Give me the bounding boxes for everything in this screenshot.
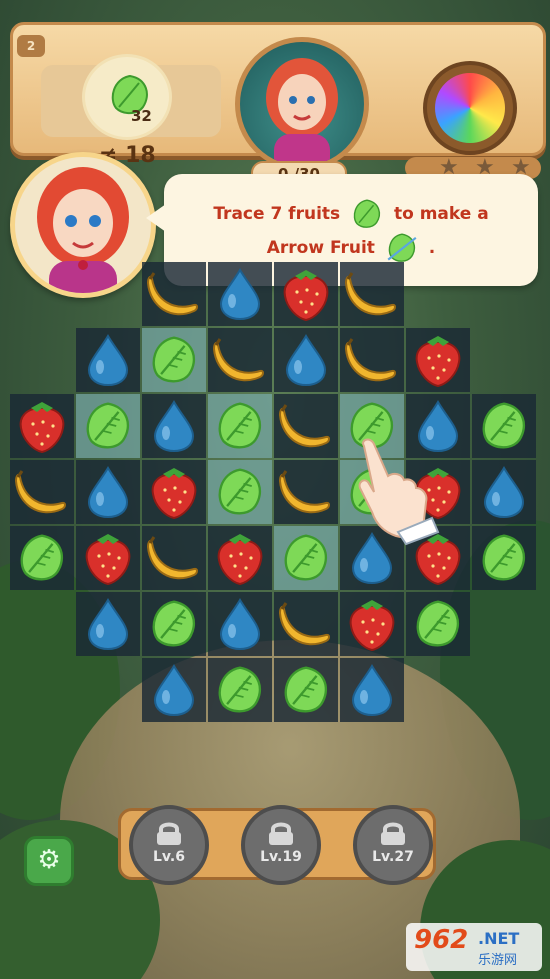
banana-tile[interactable] (142, 262, 206, 326)
rainbow-orb-icon (435, 73, 505, 143)
tutorial-text: Trace 7 fruits (213, 204, 341, 224)
drop-tile[interactable] (76, 460, 140, 524)
tutorial-text: . (428, 238, 436, 258)
level-hud: 2 32 ≠ 18 0 /30 ★ ★ ★ (10, 22, 546, 189)
locked-level-label: Lv.19 (260, 849, 302, 865)
watermark-sub: 乐游网 (478, 953, 518, 968)
leaf-tile[interactable] (208, 394, 272, 458)
strawberry-tile[interactable] (208, 526, 272, 590)
gear-icon: ⚙ (37, 845, 61, 875)
drop-tile[interactable] (142, 658, 206, 722)
strawberry-tile[interactable] (10, 394, 74, 458)
settings-button[interactable]: ⚙ (24, 836, 74, 886)
leaf-tile[interactable] (472, 394, 536, 458)
leaf-tile[interactable] (142, 328, 206, 392)
padlock-icon (381, 822, 405, 845)
drop-tile[interactable] (472, 460, 536, 524)
goal-count: 32 (131, 107, 152, 125)
arrow-leaf-icon (387, 233, 417, 262)
locked-level-button[interactable]: Lv.19 (241, 805, 321, 885)
leaf-tile[interactable] (76, 394, 140, 458)
watermark-number: 962 (414, 925, 469, 955)
locked-level-label: Lv.6 (153, 849, 185, 865)
leaf-tile[interactable] (208, 658, 272, 722)
character-portrait (235, 37, 369, 171)
level-tag: 2 (17, 35, 45, 57)
drop-tile[interactable] (340, 658, 404, 722)
tutorial-text: Arrow Fruit (266, 238, 375, 258)
strawberry-tile[interactable] (406, 328, 470, 392)
leaf-tile[interactable] (208, 460, 272, 524)
strawberry-tile[interactable] (76, 526, 140, 590)
banana-tile[interactable] (274, 394, 338, 458)
drop-tile[interactable] (208, 262, 272, 326)
pointer-hand-icon (358, 438, 440, 546)
drop-tile[interactable] (208, 592, 272, 656)
banana-tile[interactable] (10, 460, 74, 524)
banana-tile[interactable] (274, 592, 338, 656)
locked-level-button[interactable]: Lv.6 (129, 805, 209, 885)
banana-tile[interactable] (340, 328, 404, 392)
watermark: 962 .NET 乐游网 (406, 923, 542, 971)
locked-levels-bar: Lv.6 Lv.19 Lv.27 (118, 805, 436, 885)
strawberry-tile[interactable] (142, 460, 206, 524)
leaf-tile[interactable] (274, 526, 338, 590)
drop-tile[interactable] (274, 328, 338, 392)
locked-level-button[interactable]: Lv.27 (353, 805, 433, 885)
banana-tile[interactable] (274, 460, 338, 524)
guide-avatar (10, 152, 156, 298)
watermark-net: .NET (478, 929, 520, 948)
drop-tile[interactable] (142, 394, 206, 458)
banana-tile[interactable] (208, 328, 272, 392)
leaf-tile[interactable] (472, 526, 536, 590)
leaf-tile[interactable] (406, 592, 470, 656)
leaf-icon (353, 199, 381, 228)
banana-tile[interactable] (340, 262, 404, 326)
drop-tile[interactable] (76, 328, 140, 392)
banana-tile[interactable] (142, 526, 206, 590)
padlock-icon (269, 822, 293, 845)
leaf-tile[interactable] (274, 658, 338, 722)
strawberry-tile[interactable] (274, 262, 338, 326)
rainbow-booster[interactable] (423, 61, 517, 155)
leaf-tile[interactable] (10, 526, 74, 590)
tutorial-line-1: Trace 7 fruits to make a (164, 198, 538, 230)
drop-tile[interactable] (76, 592, 140, 656)
strawberry-tile[interactable] (340, 592, 404, 656)
leaf-tile[interactable] (142, 592, 206, 656)
padlock-icon (157, 822, 181, 845)
game-scene: 2 32 ≠ 18 0 /30 ★ ★ ★ (0, 0, 550, 979)
tutorial-line-2: Arrow Fruit . (164, 232, 538, 264)
locked-level-label: Lv.27 (372, 849, 414, 865)
tutorial-text: to make a (393, 204, 489, 224)
